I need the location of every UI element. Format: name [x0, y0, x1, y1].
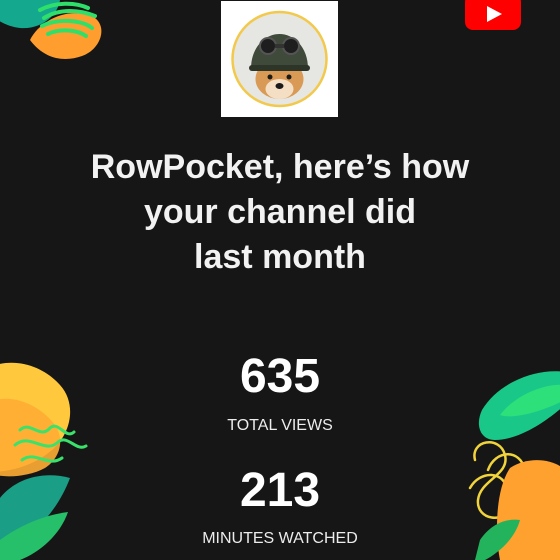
headline-line-2: your channel did — [143, 193, 417, 231]
orange-blob-right-shape — [497, 460, 560, 560]
headline-line-1: RowPocket, here’s how — [90, 148, 470, 186]
channel-avatar — [221, 1, 338, 117]
dog-with-goggles-avatar-icon — [221, 1, 338, 117]
total-views-label: TOTAL VIEWS — [227, 417, 333, 434]
minutes-watched-value: 213 — [239, 464, 321, 517]
total-views-value: 635 — [239, 350, 321, 403]
headline-line-3: last month — [194, 238, 366, 276]
youtube-play-logo-icon — [465, 0, 521, 30]
headline: RowPocket, here’s how your channel did l… — [60, 145, 500, 280]
minutes-watched-label: MINUTES WATCHED — [202, 530, 358, 547]
